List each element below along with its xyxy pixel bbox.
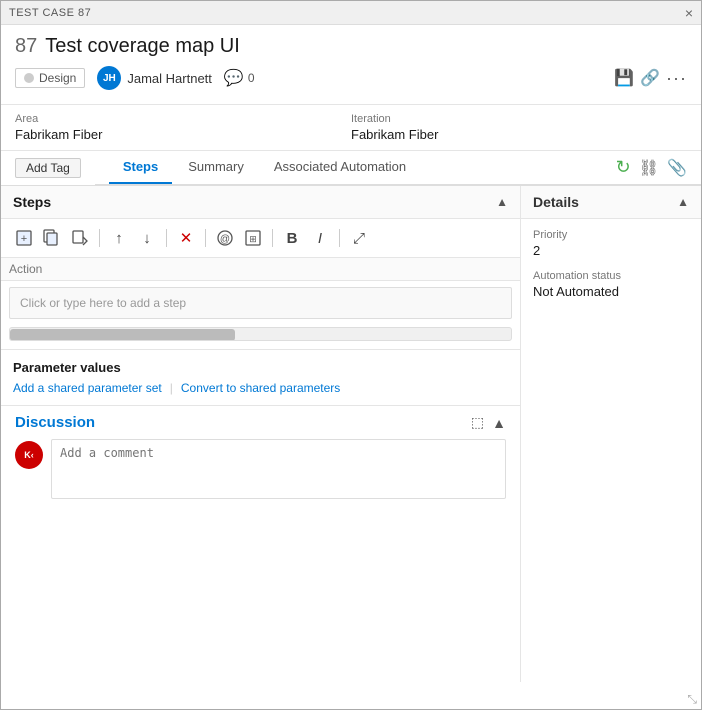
separator-4 [272, 229, 273, 247]
move-up-button[interactable]: ↑ [106, 225, 132, 251]
add-shared-param-link[interactable]: Add a shared parameter set [13, 381, 162, 395]
iteration-field: Iteration Fabrikam Fiber [351, 113, 687, 142]
right-panel: Details ▲ Priority 2 Automation status N… [521, 186, 701, 682]
work-item-title-text: Test coverage map UI [45, 35, 240, 58]
chain-icon[interactable]: ⛓ [639, 158, 659, 178]
separator-2 [166, 229, 167, 247]
commenter-avatar: K‹ [15, 441, 43, 469]
iteration-value[interactable]: Fabrikam Fiber [351, 127, 687, 142]
more-icon[interactable]: ··· [666, 68, 687, 89]
steps-toolbar: + ↑ ↓ ✕ @ ⊞ B I ⤢ [1, 219, 520, 258]
steps-col-header: Action [1, 258, 520, 281]
parameter-links: Add a shared parameter set | Convert to … [13, 381, 508, 395]
link-icon[interactable]: 🔗 [640, 68, 660, 88]
content-area: Steps ▲ + ↑ ↓ ✕ @ ⊞ [1, 186, 701, 682]
work-item-title-row: 87 Test coverage map UI [15, 35, 687, 58]
add-shared-step-button[interactable] [39, 225, 65, 251]
add-step-button[interactable]: + [11, 225, 37, 251]
save-icon[interactable]: 💾 [614, 68, 634, 88]
commenter-initials: K‹ [24, 450, 34, 460]
area-value[interactable]: Fabrikam Fiber [15, 127, 351, 142]
add-tag-button[interactable]: Add Tag [15, 158, 81, 178]
priority-field: Priority 2 [533, 229, 689, 258]
comment-row: K‹ [15, 439, 506, 499]
separator-3 [205, 229, 206, 247]
move-down-button[interactable]: ↓ [134, 225, 160, 251]
status-circle [24, 73, 34, 83]
steps-section-header: Steps ▲ [1, 186, 520, 219]
svg-text:+: + [21, 233, 27, 245]
work-item-number: 87 [15, 35, 37, 58]
tab-actions: ↻ ⛓ 📎 [616, 157, 687, 178]
collapse-details-icon[interactable]: ▲ [677, 195, 689, 209]
refresh-icon[interactable]: ↻ [616, 157, 631, 178]
status-label: Design [39, 71, 76, 85]
bold-button[interactable]: B [279, 225, 305, 251]
attach-icon[interactable]: 📎 [667, 158, 687, 178]
horizontal-scrollbar[interactable] [9, 327, 512, 341]
tags-row: Add Tag [1, 151, 95, 185]
assigned-user-name: Jamal Hartnett [127, 71, 212, 86]
work-item-toolbar: Design JH Jamal Hartnett 💬 0 💾 🔗 ··· [15, 66, 687, 90]
tab-summary[interactable]: Summary [174, 151, 258, 184]
priority-value[interactable]: 2 [533, 243, 689, 258]
separator-5 [339, 229, 340, 247]
delete-step-button[interactable]: ✕ [173, 225, 199, 251]
parameter-values-section: Parameter values Add a shared parameter … [1, 349, 520, 405]
expand-discussion-icon[interactable]: ⬚ [471, 414, 484, 431]
area-field: Area Fabrikam Fiber [15, 113, 351, 142]
tab-associated-automation[interactable]: Associated Automation [260, 151, 420, 184]
close-button[interactable]: × [685, 6, 693, 20]
left-panel: Steps ▲ + ↑ ↓ ✕ @ ⊞ [1, 186, 521, 682]
title-bar-label: TEST CASE 87 [9, 7, 91, 19]
avatar: JH [97, 66, 121, 90]
area-label: Area [15, 113, 351, 125]
tab-bar: Steps Summary Associated Automation ↻ ⛓ … [95, 151, 701, 185]
automation-status-field: Automation status Not Automated [533, 270, 689, 299]
work-item-header: 87 Test coverage map UI Design JH Jamal … [1, 25, 701, 105]
insert-button[interactable]: ⊞ [240, 225, 266, 251]
title-bar: TEST CASE 87 × [1, 1, 701, 25]
toolbar-actions: 💾 🔗 ··· [614, 68, 687, 89]
resize-handle[interactable]: ⤡ [687, 692, 697, 707]
svg-text:⊞: ⊞ [249, 234, 257, 244]
discussion-title: Discussion [15, 414, 95, 431]
automation-status-value[interactable]: Not Automated [533, 284, 689, 299]
convert-shared-params-link[interactable]: Convert to shared parameters [181, 381, 340, 395]
assigned-user[interactable]: JH Jamal Hartnett [97, 66, 212, 90]
discussion-header: Discussion ⬚ ▲ [15, 414, 506, 431]
separator-1 [99, 229, 100, 247]
steps-title: Steps [13, 194, 51, 210]
automation-status-label: Automation status [533, 270, 689, 282]
insert-shared-step-button[interactable] [67, 225, 93, 251]
italic-button[interactable]: I [307, 225, 333, 251]
meta-row: Area Fabrikam Fiber Iteration Fabrikam F… [1, 105, 701, 151]
details-body: Priority 2 Automation status Not Automat… [521, 219, 701, 321]
scroll-thumb [10, 329, 235, 341]
tab-steps[interactable]: Steps [109, 151, 172, 184]
discussion-section: Discussion ⬚ ▲ K‹ [1, 405, 520, 509]
collapse-steps-icon[interactable]: ▲ [496, 195, 508, 209]
collapse-discussion-icon[interactable]: ▲ [492, 415, 506, 431]
param-button[interactable]: @ [212, 225, 238, 251]
details-title: Details [533, 194, 579, 210]
svg-text:@: @ [220, 234, 230, 245]
details-header: Details ▲ [521, 186, 701, 219]
priority-label: Priority [533, 229, 689, 241]
param-separator: | [170, 381, 173, 395]
comment-icon: 💬 [224, 68, 244, 88]
action-col-label: Action [9, 262, 42, 276]
avatar-initials: JH [103, 73, 116, 84]
comment-input[interactable] [51, 439, 506, 499]
iteration-label: Iteration [351, 113, 687, 125]
parameter-values-title: Parameter values [13, 360, 508, 375]
comments-button[interactable]: 💬 0 [224, 68, 255, 88]
expand-button[interactable]: ⤢ [346, 225, 372, 251]
discussion-icons: ⬚ ▲ [471, 414, 506, 431]
tags-tabs-row: Add Tag Steps Summary Associated Automat… [1, 151, 701, 186]
comments-count: 0 [248, 71, 255, 85]
add-step-row[interactable]: Click or type here to add a step [9, 287, 512, 319]
status-badge[interactable]: Design [15, 68, 85, 88]
